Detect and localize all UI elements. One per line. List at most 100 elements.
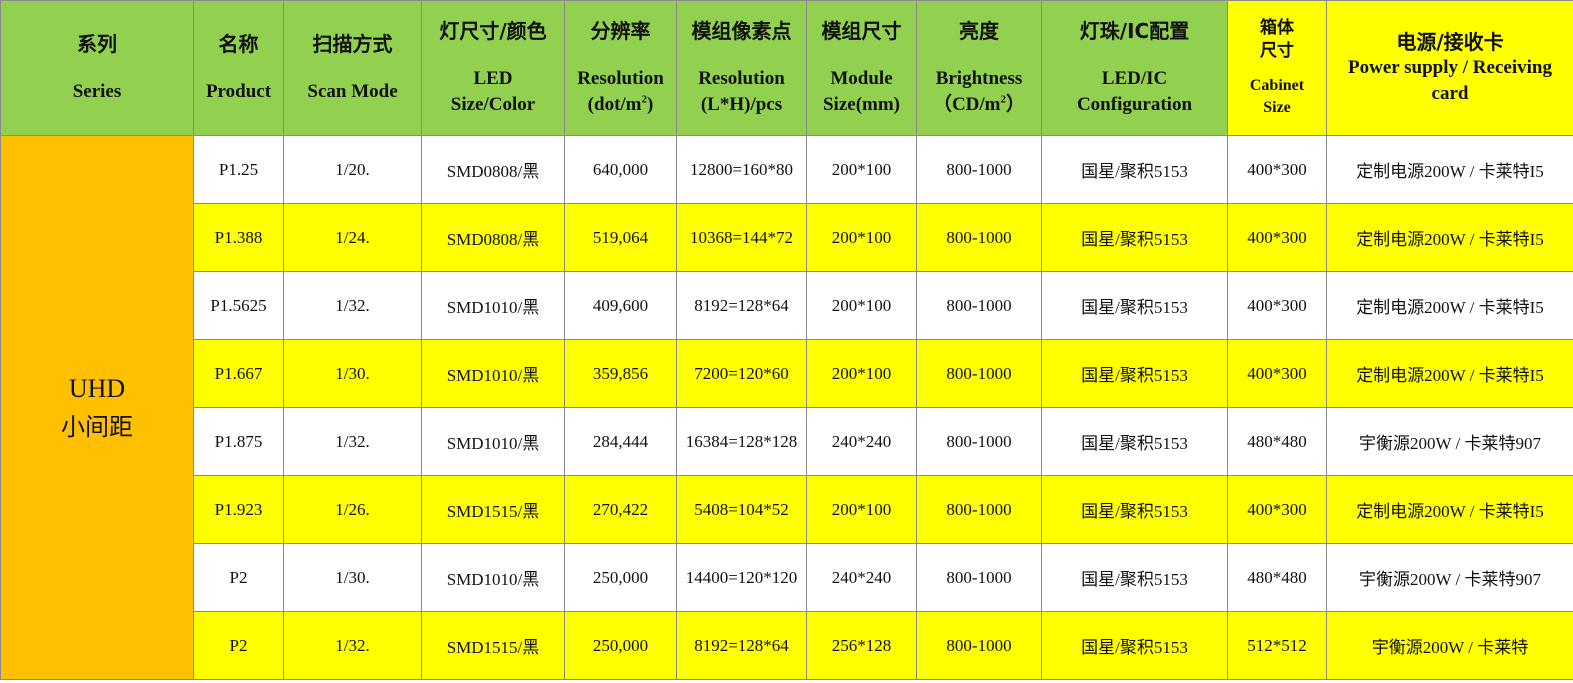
cell-scan: 1/20. [283,135,422,204]
cell-resolution: 409,600 [564,271,677,340]
cell-led: SMD0808/黑 [421,135,565,204]
cell-product: P1.875 [193,407,284,476]
cell-module: 200*100 [806,203,917,272]
cell-product: P1.667 [193,339,284,408]
cell-cabinet: 400*300 [1227,271,1327,340]
cell-product: P1.5625 [193,271,284,340]
table-row: UHD 小间距 P1.25 1/20. SMD0808/黑 640,000 12800=16… [0,135,1573,680]
spec-table: 系列 Series 名称 Product 扫描方式 Scan Mode 灯尺寸/… [0,0,1573,680]
cell-scan: 1/26. [283,475,422,544]
header-pixels-en2: (L*H)/pcs [700,94,783,115]
cell-product: P1.388 [193,203,284,272]
header-pixels-cn: 模组像素点 [691,19,792,43]
cell-brightness: 800-1000 [916,543,1042,612]
header-cabinet: 箱体 尺寸 Cabinet Size [1227,0,1327,136]
cell-module: 200*100 [806,271,917,340]
header-brightness-en1: Brightness [935,68,1023,89]
cell-brightness: 800-1000 [916,339,1042,408]
header-brightness-cn: 亮度 [959,19,999,43]
header-ic: 灯珠/IC配置 LED/IC Configuration [1041,0,1228,136]
cell-pixels: 16384=128*128 [676,407,807,476]
header-ic-en2: Configuration [1076,94,1193,115]
header-power-en2: card [1431,83,1469,104]
cell-brightness: 800-1000 [916,407,1042,476]
cell-product: P1.25 [193,135,284,204]
header-row: 系列 Series 名称 Product 扫描方式 Scan Mode 灯尺寸/… [0,0,1573,136]
header-pixels: 模组像素点 Resolution (L*H)/pcs [676,0,807,136]
cell-cabinet: 400*300 [1227,339,1327,408]
table-row: P1.667 1/30. SMD1010/黑 359,856 7200=120*60 20… [1,339,1573,408]
cell-module: 240*240 [806,543,917,612]
cell-ic: 国星/聚积5153 [1041,611,1228,680]
cell-resolution: 640,000 [564,135,677,204]
cell-ic: 国星/聚积5153 [1041,271,1228,340]
cell-pixels: 8192=128*64 [676,271,807,340]
series-name: UHD [68,373,126,403]
cell-pixels: 5408=104*52 [676,475,807,544]
cell-scan: 1/24. [283,203,422,272]
cell-power: 定制电源200W / 卡莱特I5 [1326,475,1573,544]
cell-pixels: 8192=128*64 [676,611,807,680]
cell-led: SMD1010/黑 [421,407,565,476]
cell-ic: 国星/聚积5153 [1041,339,1228,408]
cell-module: 200*100 [806,135,917,204]
table-row: P2 1/32. SMD1515/黑 250,000 8192=128*64 256*12… [1,611,1573,680]
cell-brightness: 800-1000 [916,135,1042,204]
cell-brightness: 800-1000 [916,475,1042,544]
cell-resolution: 250,000 [564,543,677,612]
cell-pixels: 7200=120*60 [676,339,807,408]
cell-power: 宇衡源200W / 卡莱特 [1326,611,1573,680]
table-row: P1.923 1/26. SMD1515/黑 270,422 5408=104*52 20… [1,475,1573,544]
cell-led: SMD1515/黑 [421,611,565,680]
cell-led: SMD0808/黑 [421,203,565,272]
cell-ic: 国星/聚积5153 [1041,543,1228,612]
cell-cabinet: 512*512 [1227,611,1327,680]
cell-led: SMD1515/黑 [421,475,565,544]
header-product-cn: 名称 [218,32,259,56]
header-cabinet-en2: Size [1263,99,1291,116]
table-row: P2 1/30. SMD1010/黑 250,000 14400=120*120 240*… [1,543,1573,612]
cell-cabinet: 480*480 [1227,543,1327,612]
header-pixels-en1: Resolution [698,68,785,89]
cell-module: 200*100 [806,339,917,408]
cell-cabinet: 400*300 [1227,475,1327,544]
cell-resolution: 519,064 [564,203,677,272]
header-ic-cn: 灯珠/IC配置 [1079,19,1190,43]
cell-module: 256*128 [806,611,917,680]
cell-brightness: 800-1000 [916,271,1042,340]
header-brightness-en2: （CD/m2） [932,93,1026,115]
cell-scan: 1/32. [283,407,422,476]
header-series: 系列 Series [0,0,194,136]
header-power: 电源/接收卡 Power supply / Receiving card [1326,0,1573,136]
cell-resolution: 359,856 [564,339,677,408]
header-product-en: Product [205,81,272,102]
cell-scan: 1/30. [283,339,422,408]
header-scan-cn: 扫描方式 [312,32,393,56]
header-led: 灯尺寸/颜色 LED Size/Color [421,0,565,136]
header-series-cn: 系列 [77,32,117,56]
header-led-en1: LED [473,68,513,89]
cell-power: 定制电源200W / 卡莱特I5 [1326,339,1573,408]
header-cabinet-cn2: 尺寸 [1260,41,1294,61]
cell-power: 定制电源200W / 卡莱特I5 [1326,271,1573,340]
cell-ic: 国星/聚积5153 [1041,203,1228,272]
cell-pixels: 10368=144*72 [676,203,807,272]
series-cell: UHD 小间距 [0,135,194,680]
cell-scan: 1/30. [283,543,422,612]
header-resolution-en1: Resolution [577,68,664,89]
cell-pixels: 14400=120*120 [676,543,807,612]
cell-ic: 国星/聚积5153 [1041,135,1228,204]
header-module-cn: 模组尺寸 [821,19,902,43]
header-resolution: 分辨率 Resolution (dot/m2) [564,0,677,136]
table-body: UHD 小间距 P1.25 1/20. SMD0808/黑 640,000 12800=16… [0,135,1573,680]
header-led-en2: Size/Color [450,94,536,115]
table-row: P1.5625 1/32. SMD1010/黑 409,600 8192=128*64 2… [1,271,1573,340]
header-resolution-cn: 分辨率 [590,19,651,43]
table-row: P1.388 1/24. SMD0808/黑 519,064 10368=144*72 2… [1,203,1573,272]
cell-led: SMD1010/黑 [421,543,565,612]
cell-pixels: 12800=160*80 [676,135,807,204]
cell-power: 宇衡源200W / 卡莱特907 [1326,407,1573,476]
cell-cabinet: 480*480 [1227,407,1327,476]
cell-scan: 1/32. [283,271,422,340]
cell-power: 宇衡源200W / 卡莱特907 [1326,543,1573,612]
